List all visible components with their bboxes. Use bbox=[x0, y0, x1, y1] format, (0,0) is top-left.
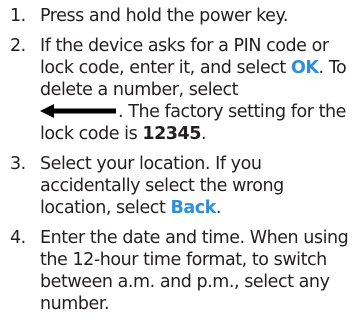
step-number: 2. bbox=[10, 36, 26, 56]
step-number: 3. bbox=[10, 154, 26, 174]
step-number: 1. bbox=[10, 6, 26, 26]
step-number: 4. bbox=[10, 228, 26, 248]
step-3: 3. Select your location. If you accident… bbox=[0, 153, 353, 219]
step-text: . bbox=[201, 124, 207, 144]
step-2: 2. If the device asks for a PIN code or … bbox=[0, 35, 353, 145]
ok-softkey-label: OK bbox=[290, 58, 319, 78]
step-text: If the device asks for a PIN code or loc… bbox=[40, 36, 329, 78]
back-softkey-label: Back bbox=[170, 198, 216, 218]
step-1: 1. Press and hold the power key. bbox=[0, 0, 353, 27]
backspace-arrow-icon bbox=[40, 104, 116, 118]
step-text: Press and hold the power key. bbox=[40, 6, 289, 26]
step-text: Select your location. If you accidentall… bbox=[40, 154, 284, 218]
step-text: Enter the date and time. When using the … bbox=[40, 228, 349, 314]
step-text: . bbox=[215, 198, 222, 218]
lock-code-value: 12345 bbox=[142, 124, 201, 144]
step-4: 4. Enter the date and time. When using t… bbox=[0, 227, 353, 315]
setup-steps-list: 1. Press and hold the power key. 2. If t… bbox=[0, 0, 353, 315]
instruction-document: 1. Press and hold the power key. 2. If t… bbox=[0, 0, 353, 335]
